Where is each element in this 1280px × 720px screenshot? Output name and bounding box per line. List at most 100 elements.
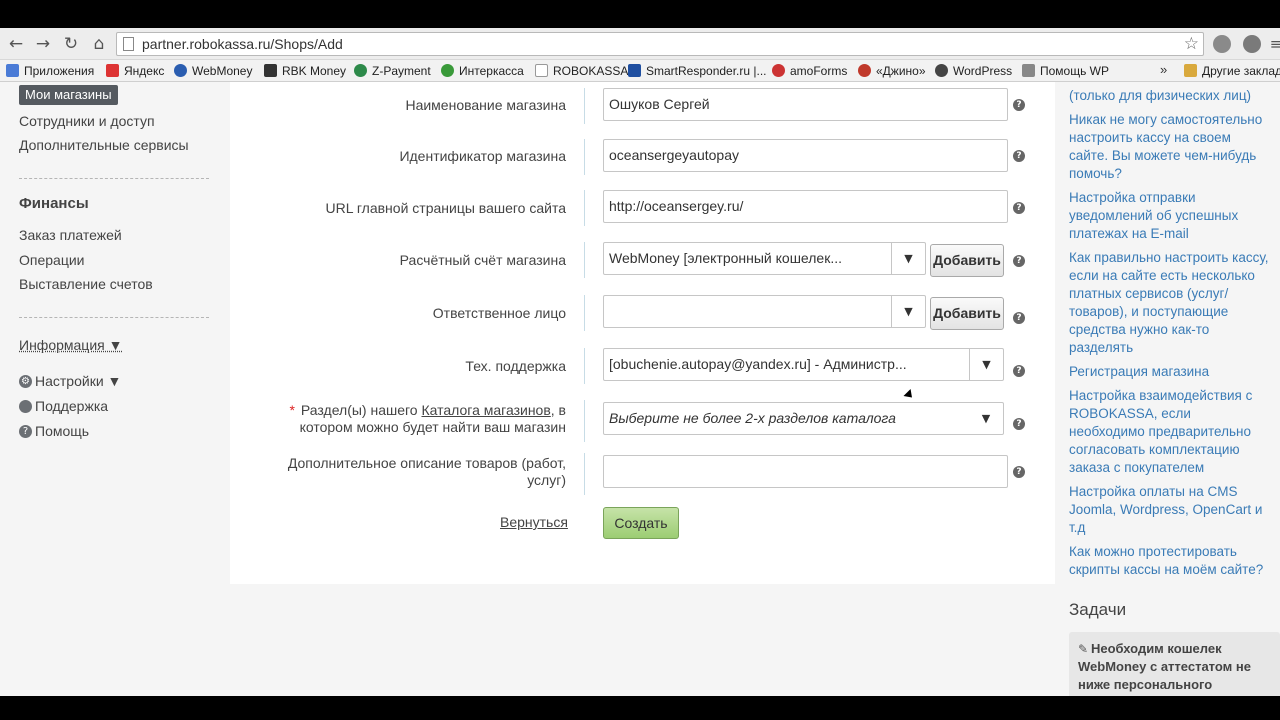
form-divider <box>584 453 585 495</box>
settlement-account-value: WebMoney [электронный кошелек... <box>609 250 842 266</box>
create-button[interactable]: Создать <box>603 507 679 539</box>
form-divider <box>584 139 585 175</box>
responsible-person-label: Ответственное лицо <box>432 305 566 321</box>
menu-icon[interactable]: ≡ <box>1266 34 1280 54</box>
form-divider <box>584 190 585 226</box>
bookmark-webmoney[interactable]: WebMoney <box>174 63 252 79</box>
form-divider <box>584 295 585 331</box>
home-icon[interactable]: ⌂ <box>89 34 109 54</box>
bookmarks-bar: Приложения Яндекс WebMoney RBK Money Z-P… <box>0 60 1280 82</box>
shop-id-input[interactable]: oceansergeyautopay <box>603 139 1008 172</box>
bookmark-rbk[interactable]: RBK Money <box>264 63 346 79</box>
help-icon[interactable]: ? <box>1013 150 1025 162</box>
sidebar-item-payment-orders[interactable]: Заказ платежей <box>19 227 122 243</box>
help-link[interactable]: Как можно протестировать скрипты кассы н… <box>1069 543 1269 579</box>
yandex-icon <box>106 64 119 77</box>
sidebar-item-help[interactable]: ? Помощь <box>19 423 89 439</box>
help-link[interactable]: Настройка оплаты на CMS Joomla, Wordpres… <box>1069 483 1269 537</box>
bookmark-star-icon[interactable]: ☆ <box>1184 34 1199 54</box>
sidebar-item-invoicing[interactable]: Выставление счетов <box>19 276 153 292</box>
bookmark-zpayment[interactable]: Z-Payment <box>354 63 431 79</box>
folder-icon <box>1184 64 1197 77</box>
site-url-input[interactable]: http://oceansergey.ru/ <box>603 190 1008 223</box>
catalog-link[interactable]: Каталога магазинов <box>421 402 550 418</box>
bookmark-smartresponder[interactable]: SmartResponder.ru |... <box>628 63 767 79</box>
wp-help-icon <box>1022 64 1035 77</box>
sidebar-item-support[interactable]: Поддержка <box>19 398 108 414</box>
left-sidebar: Мои магазины Сотрудники и доступ Дополни… <box>0 82 230 696</box>
sidebar-divider <box>19 317 209 318</box>
shop-id-label: Идентификатор магазина <box>399 148 566 164</box>
chat-icon <box>19 400 32 413</box>
bookmark-wordpress[interactable]: WordPress <box>935 63 1012 79</box>
bookmark-interkassa[interactable]: Интеркасса <box>441 63 524 79</box>
zpayment-icon <box>354 64 367 77</box>
amoforms-icon <box>772 64 785 77</box>
reload-icon[interactable]: ↻ <box>61 34 81 54</box>
chevron-down-icon[interactable]: ▼ <box>969 349 1003 380</box>
help-link[interactable]: Настройка взаимодействия с ROBOKASSA, ес… <box>1069 387 1269 477</box>
help-link[interactable]: (только для физических лиц) <box>1069 87 1269 105</box>
bookmark-robokassa[interactable]: ROBOKASSA <box>535 63 628 79</box>
bookmarks-overflow-icon[interactable]: » <box>1160 62 1167 77</box>
sidebar-divider <box>19 178 209 179</box>
add-account-button[interactable]: Добавить <box>930 244 1004 277</box>
sidebar-item-information[interactable]: Информация ▼ <box>19 337 122 353</box>
tasks-heading: Задачи <box>1069 600 1127 619</box>
sidebar-item-my-shops[interactable]: Мои магазины <box>19 85 118 105</box>
help-link[interactable]: Настройка отправки уведомлений об успешн… <box>1069 189 1269 243</box>
letterbox-top <box>0 0 1280 28</box>
help-link[interactable]: Как правильно настроить кассу, если на с… <box>1069 249 1269 357</box>
tech-support-select[interactable]: [obuchenie.autopay@yandex.ru] - Админист… <box>603 348 1004 381</box>
add-person-button[interactable]: Добавить <box>930 297 1004 330</box>
tech-support-label: Тех. поддержка <box>465 358 566 374</box>
bookmark-other-folder[interactable]: Другие заклад <box>1184 63 1280 79</box>
help-icon[interactable]: ? <box>1013 312 1025 324</box>
chevron-down-icon[interactable]: ▼ <box>891 243 925 274</box>
sidebar-item-operations[interactable]: Операции <box>19 252 85 268</box>
task-text: ✎ Необходим кошелек WebMoney с аттестатом… <box>1078 641 1251 692</box>
back-arrow-icon[interactable]: ← <box>6 34 26 54</box>
sidebar-item-extra-services[interactable]: Дополнительные сервисы <box>19 137 189 153</box>
sidebar-item-staff-access[interactable]: Сотрудники и доступ <box>19 113 155 129</box>
forward-arrow-icon[interactable]: → <box>33 34 53 54</box>
chevron-down-icon[interactable]: ▼ <box>969 403 1003 434</box>
extra-description-input[interactable] <box>603 455 1008 488</box>
help-icon[interactable]: ? <box>1013 365 1025 377</box>
bookmark-jino[interactable]: «Джино» <box>858 63 926 79</box>
bookmark-apps[interactable]: Приложения <box>6 63 94 79</box>
form-divider <box>584 348 585 384</box>
bookmark-amoforms[interactable]: amoForms <box>772 63 847 79</box>
letterbox-bottom <box>0 696 1280 720</box>
shop-name-input[interactable]: Ошуков Сергей <box>603 88 1008 121</box>
chevron-down-icon[interactable]: ▼ <box>891 296 925 327</box>
help-icon[interactable]: ? <box>1013 255 1025 267</box>
sidebar-item-settings[interactable]: ⚙ Настройки ▼ <box>19 373 121 389</box>
webmoney-icon <box>174 64 187 77</box>
help-icon[interactable]: ? <box>1013 466 1025 478</box>
help-link[interactable]: Регистрация магазина <box>1069 363 1269 381</box>
help-icon[interactable]: ? <box>1013 99 1025 111</box>
tech-support-value: [obuchenie.autopay@yandex.ru] - Админист… <box>609 356 907 372</box>
help-icon[interactable]: ? <box>1013 202 1025 214</box>
form-divider <box>584 400 585 442</box>
responsible-person-select[interactable]: ▼ <box>603 295 926 328</box>
address-bar[interactable]: partner.robokassa.ru/Shops/Add ☆ <box>116 32 1204 56</box>
page-icon <box>535 64 548 77</box>
settlement-account-select[interactable]: WebMoney [электронный кошелек... ▼ <box>603 242 926 275</box>
catalog-section-select[interactable]: Выберите не более 2-х разделов каталога … <box>603 402 1004 435</box>
right-help-column: (только для физических лиц) Никак не мог… <box>1055 82 1280 696</box>
extension-icon-2[interactable] <box>1243 35 1261 53</box>
site-url-label: URL главной страницы вашего сайта <box>325 200 566 216</box>
extension-icon[interactable] <box>1213 35 1231 53</box>
help-icon[interactable]: ? <box>1013 418 1025 430</box>
help-link[interactable]: Никак не могу самостоятельно настроить к… <box>1069 111 1269 183</box>
shop-name-label: Наименование магазина <box>405 97 566 113</box>
extra-description-label: Дополнительное описание товаров (работ, … <box>287 455 566 488</box>
catalog-section-placeholder: Выберите не более 2-х разделов каталога <box>609 410 896 426</box>
shop-add-form: Наименование магазина Ошуков Сергей ? Ид… <box>230 82 1055 584</box>
back-link[interactable]: Вернуться <box>500 514 568 530</box>
bookmark-wp-help[interactable]: Помощь WP <box>1022 63 1109 79</box>
rbk-icon <box>264 64 277 77</box>
bookmark-yandex[interactable]: Яндекс <box>106 63 164 79</box>
